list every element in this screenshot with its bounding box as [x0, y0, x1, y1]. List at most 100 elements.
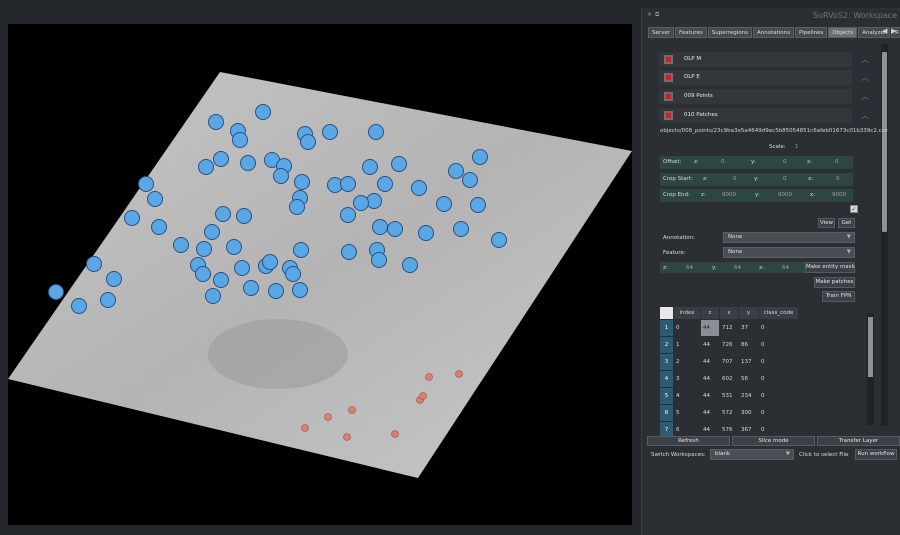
red-point-marker[interactable]	[391, 430, 399, 438]
blue-point-marker[interactable]	[341, 244, 357, 260]
table-cell[interactable]: 234	[738, 387, 759, 405]
blue-point-marker[interactable]	[124, 210, 140, 226]
run-workflow-button[interactable]: Run workflow	[855, 449, 897, 460]
blue-point-marker[interactable]	[340, 207, 356, 223]
column-header[interactable]: x	[719, 306, 739, 320]
blue-point-marker[interactable]	[371, 252, 387, 268]
blue-point-marker[interactable]	[418, 225, 434, 241]
table-cell[interactable]: 300	[738, 404, 759, 422]
red-point-marker[interactable]	[419, 392, 427, 400]
table-cell[interactable]: 707	[719, 353, 739, 371]
feature-select[interactable]: None ▼	[723, 247, 855, 258]
table-cell[interactable]: 5	[673, 404, 701, 422]
blue-point-marker[interactable]	[377, 176, 393, 192]
blue-point-marker[interactable]	[138, 176, 154, 192]
patch-z-value[interactable]: 64	[686, 265, 693, 271]
table-cell[interactable]: 0	[758, 353, 799, 371]
blue-point-marker[interactable]	[491, 232, 507, 248]
row-header[interactable]: 3	[659, 353, 674, 371]
table-row[interactable]: 6 5 44 572 300 0	[659, 404, 799, 422]
blue-point-marker[interactable]	[234, 260, 250, 276]
column-header[interactable]: index	[673, 306, 701, 320]
blue-point-marker[interactable]	[292, 282, 308, 298]
table-cell[interactable]: 0	[758, 404, 799, 422]
blue-point-marker[interactable]	[196, 241, 212, 257]
blue-point-marker[interactable]	[205, 288, 221, 304]
corner-cell[interactable]	[659, 306, 674, 320]
table-cell[interactable]: 56	[738, 370, 759, 388]
blue-point-marker[interactable]	[372, 219, 388, 235]
table-row[interactable]: 4 3 44 602 56 0	[659, 370, 799, 388]
blue-point-marker[interactable]	[391, 156, 407, 172]
select-file-link[interactable]: Click to select File	[799, 452, 848, 458]
chevron-up-icon[interactable]: ︿	[861, 91, 869, 102]
chevron-up-icon[interactable]: ︿	[861, 110, 869, 121]
tab-scroll-right-icon[interactable]: ▶	[891, 27, 896, 35]
red-point-marker[interactable]	[455, 370, 463, 378]
blue-point-marker[interactable]	[236, 208, 252, 224]
annotation-select[interactable]: None ▼	[723, 232, 855, 243]
red-point-marker[interactable]	[348, 406, 356, 414]
layer-color-swatch[interactable]	[664, 73, 673, 82]
column-header[interactable]: z	[700, 306, 720, 320]
blue-point-marker[interactable]	[204, 224, 220, 240]
crop-start-z-value[interactable]: 0	[733, 176, 737, 182]
table-row[interactable]: 1 0 44 712 37 0	[659, 319, 799, 337]
table-cell[interactable]: 0	[673, 319, 701, 337]
blue-point-marker[interactable]	[448, 163, 464, 179]
tab-objects[interactable]: Objects	[828, 27, 858, 38]
table-row[interactable]: 3 2 44 707 137 0	[659, 353, 799, 371]
blue-point-marker[interactable]	[453, 221, 469, 237]
tab-scroll-left-icon[interactable]: ◀	[882, 27, 887, 35]
blue-point-marker[interactable]	[402, 257, 418, 273]
red-point-marker[interactable]	[425, 373, 433, 381]
table-cell[interactable]: 44	[700, 404, 720, 422]
blue-point-marker[interactable]	[243, 280, 259, 296]
view-button[interactable]: View	[818, 218, 835, 228]
scale-value[interactable]: 1	[795, 144, 799, 150]
make-entity-mask-button[interactable]: Make entity mask	[805, 262, 855, 273]
table-cell[interactable]: 0	[758, 387, 799, 405]
blue-point-marker[interactable]	[198, 159, 214, 175]
table-row[interactable]: 5 4 44 531 234 0	[659, 387, 799, 405]
blue-point-marker[interactable]	[411, 180, 427, 196]
panel-scrollbar[interactable]	[881, 44, 888, 426]
patch-x-value[interactable]: 64	[782, 265, 789, 271]
blue-point-marker[interactable]	[470, 197, 486, 213]
workspace-select[interactable]: blank ▼	[710, 449, 794, 460]
column-header[interactable]: class_code	[758, 306, 799, 320]
transfer-layer-button[interactable]: Transfer Layer	[817, 436, 900, 446]
get-button[interactable]: Get	[838, 218, 855, 228]
red-point-marker[interactable]	[343, 433, 351, 441]
table-row[interactable]: 2 1 44 726 86 0	[659, 336, 799, 354]
blue-point-marker[interactable]	[293, 242, 309, 258]
table-cell[interactable]: 86	[738, 336, 759, 354]
make-patches-button[interactable]: Make patches	[814, 277, 855, 288]
table-cell[interactable]: 602	[719, 370, 739, 388]
blue-point-marker[interactable]	[472, 149, 488, 165]
blue-point-marker[interactable]	[436, 196, 452, 212]
row-header[interactable]: 5	[659, 387, 674, 405]
blue-point-marker[interactable]	[294, 174, 310, 190]
table-cell[interactable]: 137	[738, 353, 759, 371]
table-cell[interactable]: 44	[700, 353, 720, 371]
table-cell[interactable]: 44	[700, 387, 720, 405]
blue-point-marker[interactable]	[353, 195, 369, 211]
row-header[interactable]: 6	[659, 404, 674, 422]
blue-point-marker[interactable]	[147, 191, 163, 207]
layer-row-010-patches[interactable]: 010 Patches	[659, 108, 852, 123]
blue-point-marker[interactable]	[462, 172, 478, 188]
offset-y-value[interactable]: 0	[783, 159, 787, 165]
blue-point-marker[interactable]	[340, 176, 356, 192]
image-viewer[interactable]	[8, 24, 632, 525]
table-cell[interactable]: 44	[700, 336, 720, 354]
crop-start-y-value[interactable]: 0	[783, 176, 787, 182]
table-scrollbar[interactable]	[867, 313, 874, 425]
red-point-marker[interactable]	[301, 424, 309, 432]
table-cell[interactable]: 572	[719, 404, 739, 422]
tab-server[interactable]: Server	[648, 27, 675, 38]
row-header[interactable]: 4	[659, 370, 674, 388]
refresh-button[interactable]: Refresh	[647, 436, 730, 446]
volume-render[interactable]	[8, 24, 632, 525]
blue-point-marker[interactable]	[362, 159, 378, 175]
